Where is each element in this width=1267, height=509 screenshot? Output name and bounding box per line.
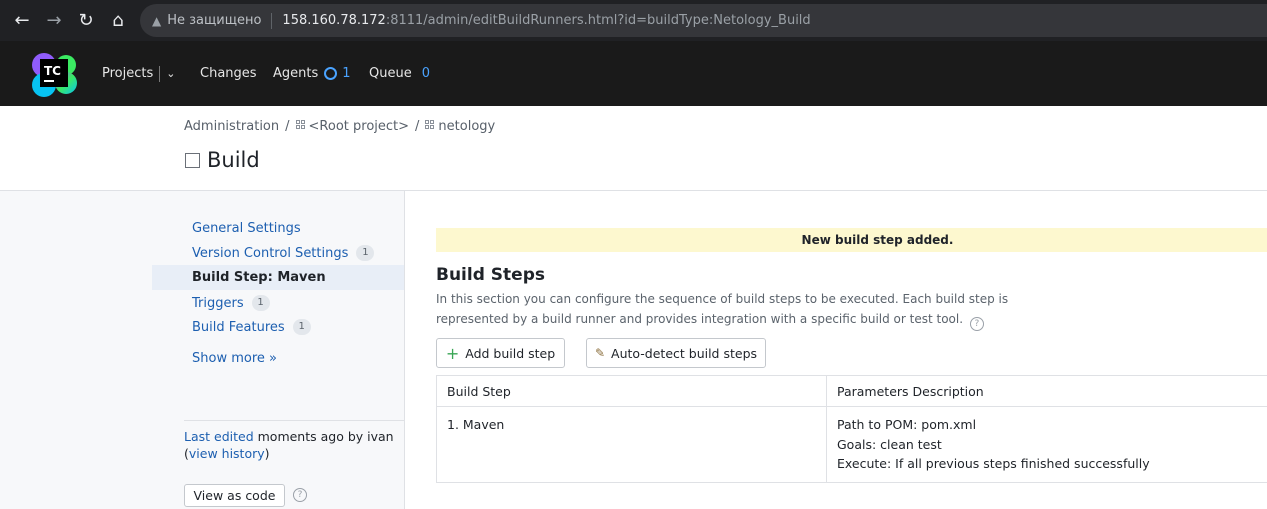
- agents-count: 1: [342, 66, 351, 81]
- forward-icon[interactable]: →: [38, 4, 70, 36]
- magic-wand-icon: ✎: [594, 346, 606, 360]
- reload-icon[interactable]: ↻: [70, 4, 102, 36]
- breadcrumb-netology[interactable]: netology: [425, 119, 495, 134]
- count-badge: 1: [356, 245, 375, 261]
- build-config-icon: [185, 152, 200, 168]
- page-title: Build: [185, 148, 260, 172]
- browser-toolbar: ← → ↻ ⌂ ▲ Не защищено 158.160.78.172:811…: [0, 0, 1267, 41]
- sidebar-item-build-step[interactable]: Build Step: Maven: [192, 270, 326, 285]
- help-icon[interactable]: ?: [969, 317, 984, 331]
- plus-icon: +: [445, 343, 460, 363]
- project-icon: [425, 120, 435, 130]
- projects-menu[interactable]: Projects ⌄: [102, 41, 175, 106]
- add-build-step-button[interactable]: + Add build step: [436, 338, 565, 368]
- table-row[interactable]: 1. Maven Path to POM: pom.xml Goals: cle…: [436, 406, 1267, 483]
- breadcrumb-root-project[interactable]: <Root project>: [295, 119, 409, 134]
- breadcrumb: Administration / <Root project> / netolo…: [184, 119, 496, 134]
- last-edited-info: Last edited moments ago by ivan (view hi…: [184, 429, 394, 461]
- column-header-build-step: Build Step: [436, 375, 827, 407]
- url-host: 158.160.78.172: [282, 13, 386, 28]
- home-icon[interactable]: ⌂: [102, 4, 134, 36]
- app-header: TC Projects ⌄ Changes Agents 1 Queue 0: [0, 41, 1267, 106]
- count-badge: 1: [292, 319, 311, 335]
- view-history-link[interactable]: view history: [189, 446, 265, 461]
- queue-count: 0: [421, 66, 430, 81]
- section-description: In this section you can configure the se…: [436, 292, 1009, 331]
- help-icon[interactable]: ?: [293, 488, 307, 502]
- show-more-link[interactable]: Show more »: [192, 351, 277, 366]
- breadcrumb-administration[interactable]: Administration: [184, 119, 279, 134]
- sidebar-item-build-features[interactable]: Build Features 1: [192, 319, 311, 335]
- insecure-label: Не защищено: [167, 13, 262, 28]
- queue-link[interactable]: Queue 0: [369, 41, 430, 106]
- agents-link[interactable]: Agents 1: [273, 41, 351, 106]
- settings-sidebar: General Settings Version Control Setting…: [0, 191, 405, 509]
- sidebar-item-general-settings[interactable]: General Settings: [192, 221, 301, 236]
- success-notice: New build step added.: [436, 228, 1267, 252]
- count-badge: 1: [251, 295, 270, 311]
- warning-icon: ▲: [152, 13, 162, 28]
- sidebar-item-triggers[interactable]: Triggers 1: [192, 295, 270, 311]
- changes-link[interactable]: Changes: [200, 41, 257, 106]
- build-steps-table: Build Step Parameters Description 1. Mav…: [436, 375, 1267, 483]
- view-as-code-button[interactable]: View as code: [184, 484, 285, 507]
- chevron-down-icon: ⌄: [166, 67, 176, 80]
- auto-detect-button[interactable]: ✎ Auto-detect build steps: [586, 338, 766, 368]
- projects-label: Projects: [102, 66, 154, 81]
- agent-status-icon: [324, 67, 338, 80]
- url-path: :8111/admin/editBuildRunners.html?id=bui…: [385, 13, 811, 28]
- last-edited-link[interactable]: Last edited: [184, 429, 254, 444]
- sidebar-item-vcs-settings[interactable]: Version Control Settings 1: [192, 245, 375, 261]
- column-header-parameters: Parameters Description: [826, 375, 1267, 407]
- section-heading: Build Steps: [436, 265, 545, 285]
- teamcity-logo[interactable]: TC: [30, 51, 78, 97]
- back-icon[interactable]: ←: [6, 4, 38, 36]
- build-step-name[interactable]: 1. Maven: [436, 406, 827, 483]
- svg-text:TC: TC: [44, 64, 61, 78]
- build-step-params: Path to POM: pom.xml Goals: clean test E…: [826, 406, 1267, 483]
- address-bar[interactable]: ▲ Не защищено 158.160.78.172:8111/admin/…: [140, 4, 1267, 37]
- project-icon: [295, 120, 306, 130]
